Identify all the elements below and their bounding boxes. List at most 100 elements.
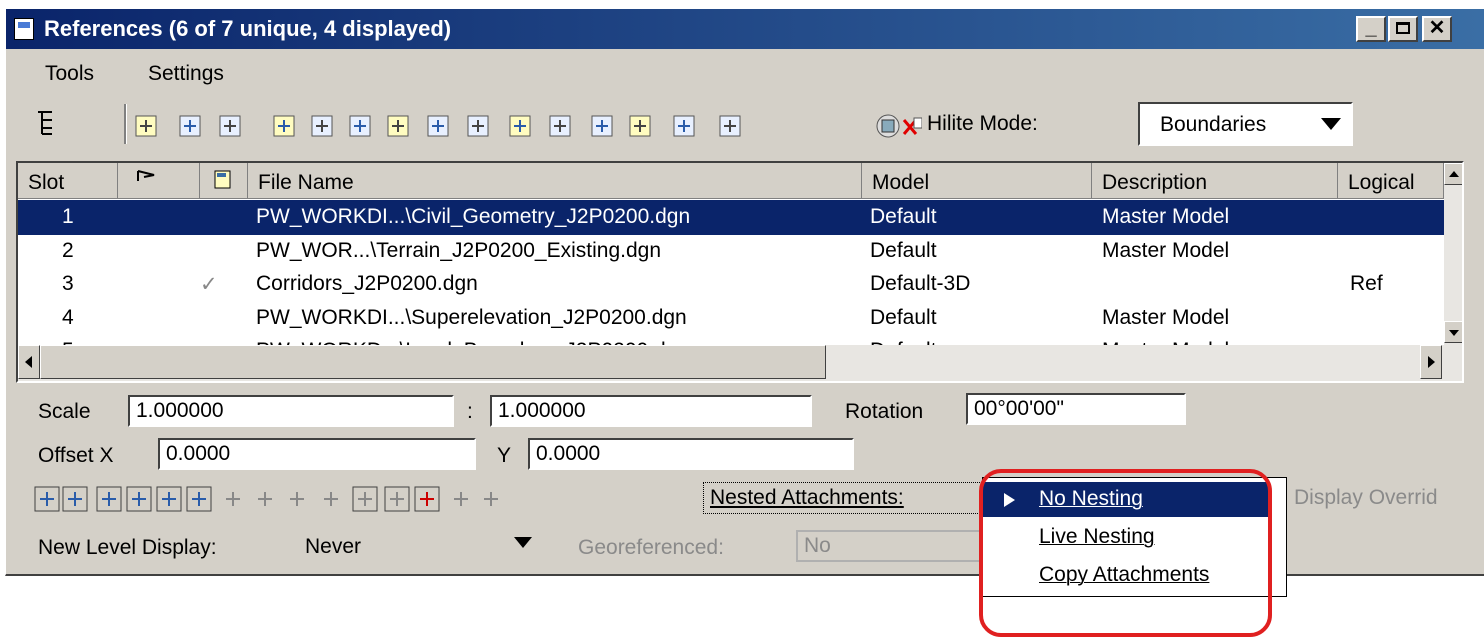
attachment-toggle-icons: [34, 486, 498, 512]
header-file-name[interactable]: File Name: [248, 163, 862, 199]
highlight-annotation: [979, 469, 1272, 637]
close-button[interactable]: ✕: [1422, 16, 1452, 42]
tree-view-icon[interactable]: [34, 108, 62, 136]
header-slot-label: Slot: [28, 171, 65, 194]
make-direct-icon[interactable]: [719, 115, 741, 137]
exchange-icon[interactable]: [876, 114, 900, 138]
snap-toggle-icon[interactable]: [62, 486, 88, 512]
menu-settings[interactable]: Settings: [148, 62, 224, 86]
header-description-label: Description: [1102, 171, 1208, 194]
remove-icon[interactable]: [902, 117, 922, 135]
scale-reference-input[interactable]: 1.000000: [490, 395, 812, 427]
scale-colon: :: [467, 400, 473, 423]
header-description[interactable]: Description: [1092, 163, 1338, 199]
minimize-button[interactable]: _: [1356, 16, 1386, 42]
scale-line-style-icon[interactable]: [454, 492, 468, 506]
georeferenced-value: No: [796, 530, 986, 562]
scroll-left-button[interactable]: [18, 345, 40, 379]
scroll-up-button[interactable]: [1444, 163, 1462, 185]
window-title: References (6 of 7 unique, 4 displayed): [44, 16, 452, 41]
scale-master-input[interactable]: 1.000000: [128, 395, 454, 427]
offset-x-input[interactable]: 0.0000: [158, 438, 476, 470]
nested-attachments-button[interactable]: Nested Attachments:: [703, 482, 986, 514]
clip-boundary-icon[interactable]: [273, 115, 295, 137]
locate-toggle-icon[interactable]: [96, 486, 122, 512]
table-row[interactable]: 2 PW_WOR...\Terrain_J2P0200_Existing.dgn D…: [18, 234, 1444, 269]
hilite-mode-dropdown[interactable]: Boundaries: [1138, 102, 1353, 146]
header-logical[interactable]: Logical: [1338, 163, 1444, 199]
offset-y-label: Y: [497, 444, 512, 467]
offset-y-input[interactable]: 0.0000: [528, 438, 854, 470]
rotation-input[interactable]: 00°00'00": [966, 393, 1186, 425]
horizontal-scroll-thumb[interactable]: [40, 345, 826, 379]
georeferenced-label: Georeferenced:: [578, 536, 724, 559]
cell-file-name: PW_WORKDI...\Superelevation_J2P0200.dgn: [256, 306, 687, 329]
file-icon: [214, 170, 231, 189]
reload-reference-icon[interactable]: [219, 115, 241, 137]
new-level-display-value: Never: [305, 535, 362, 558]
cell-slot: 2: [62, 239, 74, 262]
header-logical-label: Logical: [1348, 171, 1415, 194]
level-override-icon[interactable]: [414, 486, 440, 512]
chevron-down-icon: [1321, 118, 1341, 130]
header-model[interactable]: Model: [862, 163, 1092, 199]
clip-mask-icon[interactable]: [549, 115, 571, 137]
display-toggle-icon[interactable]: [34, 486, 60, 512]
title-bar[interactable]: References (6 of 7 unique, 4 displayed) …: [6, 9, 1484, 49]
header-flag[interactable]: [118, 163, 200, 199]
reference-tool-icons: [135, 114, 922, 138]
hidden-line-icon[interactable]: [324, 492, 338, 506]
lightbulb-icon[interactable]: [352, 486, 378, 512]
document-icon: [14, 18, 34, 40]
arrow-left-icon: [25, 356, 32, 368]
scroll-down-button[interactable]: [1444, 321, 1462, 343]
line-style-scale-icon[interactable]: [186, 486, 212, 512]
menu-tools[interactable]: Tools: [45, 62, 94, 86]
arrow-down-icon: [1449, 330, 1459, 336]
cell-file-name: PW_WOR...\Terrain_J2P0200_Existing.dgn: [256, 239, 662, 262]
mirror-horizontal-icon[interactable]: [467, 115, 489, 137]
true-scale-icon[interactable]: [156, 486, 182, 512]
table-row[interactable]: 4 PW_WORKDI...\Superelevation_J2P0200.dgn…: [18, 301, 1444, 336]
attach-reference-icon[interactable]: [135, 115, 157, 137]
scale-reference-icon[interactable]: [387, 115, 409, 137]
display-overrides-label: Display Overrid: [1294, 486, 1438, 509]
header-slot[interactable]: Slot: [18, 163, 118, 199]
raster-icon[interactable]: [290, 492, 304, 506]
header-file-type[interactable]: [200, 163, 248, 199]
new-level-display-dropdown[interactable]: Never: [293, 528, 553, 564]
maximize-button[interactable]: [1388, 16, 1418, 42]
header-file-name-label: File Name: [258, 171, 354, 194]
detach-reference-icon[interactable]: [179, 115, 201, 137]
arrow-up-icon: [1449, 171, 1459, 177]
reference-table: Slot File Name Model Description Logical…: [16, 161, 1464, 383]
header-model-label: Model: [872, 171, 930, 194]
cell-model: Default: [870, 306, 937, 329]
new-level-display-label: New Level Display:: [38, 536, 217, 559]
clip-back-icon[interactable]: [673, 115, 695, 137]
table-row[interactable]: 1 PW_WORKDI...\Civil_Geometry_J2P0200.dgn…: [18, 200, 1444, 235]
plot-toggle-icon[interactable]: [484, 492, 498, 506]
flag-icon: [137, 170, 155, 181]
horizontal-scrollbar[interactable]: [18, 345, 1462, 381]
cell-logical: Ref: [1350, 272, 1383, 295]
cell-slot: 4: [62, 306, 74, 329]
clip-front-icon[interactable]: [629, 115, 651, 137]
toolbar-separator: [124, 104, 127, 144]
treat-as-element-icon[interactable]: [258, 492, 272, 506]
vertical-scrollbar[interactable]: [1444, 163, 1462, 345]
offset-x-label: Offset X: [38, 444, 114, 467]
move-reference-icon[interactable]: [311, 115, 333, 137]
scroll-right-button[interactable]: [1420, 345, 1442, 379]
cell-file-name: Corridors_J2P0200.dgn: [256, 272, 478, 295]
hilite-mode-label: Hilite Mode:: [927, 112, 1038, 135]
copy-reference-icon[interactable]: [349, 115, 371, 137]
delete-clip-icon[interactable]: [591, 115, 613, 137]
ignore-attachment-icon[interactable]: [226, 492, 240, 506]
rotate-reference-icon[interactable]: [427, 115, 449, 137]
table-row[interactable]: 3 ✓ Corridors_J2P0200.dgn Default-3D Ref: [18, 267, 1444, 302]
mirror-vertical-icon[interactable]: [509, 115, 531, 137]
cell-check: ✓: [200, 273, 218, 296]
display-raster-icon[interactable]: [384, 486, 410, 512]
lock-toggle-icon[interactable]: [126, 486, 152, 512]
